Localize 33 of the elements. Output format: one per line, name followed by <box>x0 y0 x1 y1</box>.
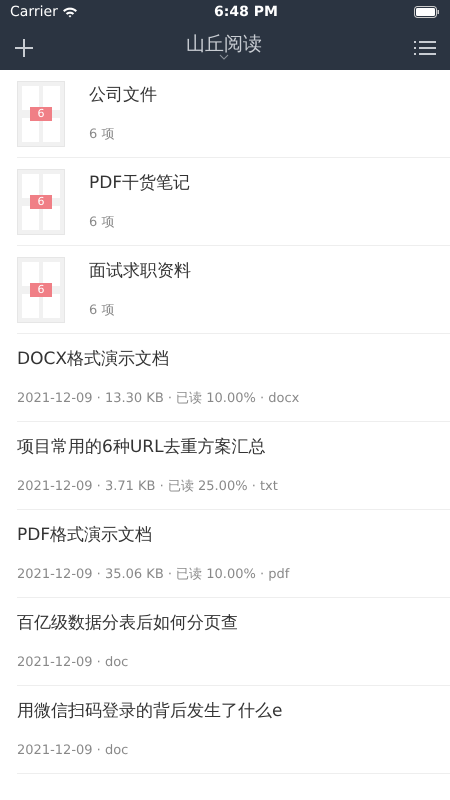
document-name: 百亿级数据分表后如何分页查 <box>17 612 239 635</box>
folder-row[interactable]: 6 PDF干货笔记 6 项 <box>17 158 450 246</box>
chevron-down-icon[interactable] <box>219 54 229 60</box>
count-badge: 6 <box>30 106 52 120</box>
folder-row[interactable]: 6 公司文件 6 项 <box>17 70 450 158</box>
document-details: 2021-12-09 · doc <box>17 742 130 760</box>
item-count: 6 项 <box>89 126 116 144</box>
folder-name: 公司文件 <box>89 84 157 107</box>
document-row[interactable]: 用微信扫码登录的背后发生了什么e 2021-12-09 · doc <box>17 686 450 774</box>
document-name: 用微信扫码登录的背后发生了什么e <box>17 700 284 723</box>
count-badge: 6 <box>30 282 52 296</box>
document-row[interactable]: DOCX格式演示文档 2021-12-09 · 13.30 KB · 已读 10.00% · docx <box>17 334 450 422</box>
clock-time: 6:48 PM <box>214 2 278 22</box>
document-row[interactable]: 项目常用的6种URL去重方案汇总 2021-12-09 · 3.71 KB · 已读 25.00% · txt <box>17 422 450 510</box>
document-details: 2021-12-09 · doc <box>17 654 130 672</box>
document-details: 2021-12-09 · 35.06 KB · 已读 10.00% · pdf <box>17 566 291 584</box>
folder-row[interactable]: 6 面试求职资料 6 项 <box>17 246 450 334</box>
document-row[interactable]: 百亿级数据分表后如何分页查 2021-12-09 · doc <box>17 598 450 686</box>
document-name: DOCX格式演示文档 <box>17 348 170 371</box>
item-count: 6 项 <box>89 302 116 320</box>
battery-icon <box>414 6 440 18</box>
item-count: 6 项 <box>89 214 116 232</box>
count-badge: 6 <box>30 194 52 208</box>
folder-name: PDF干货笔记 <box>89 172 190 195</box>
carrier-label: Carrier <box>10 2 58 22</box>
folder-name: 面试求职资料 <box>89 260 191 283</box>
document-name: PDF格式演示文档 <box>17 524 154 547</box>
document-details: 2021-12-09 · 3.71 KB · 已读 25.00% · txt <box>17 478 279 496</box>
document-name: 项目常用的6种URL去重方案汇总 <box>17 436 267 459</box>
wifi-icon <box>62 6 78 18</box>
app-title[interactable]: 山丘阅读 <box>186 34 262 54</box>
document-row[interactable]: PDF格式演示文档 2021-12-09 · 35.06 KB · 已读 10.00% · pdf <box>17 510 450 598</box>
document-details: 2021-12-09 · 13.30 KB · 已读 10.00% · docx <box>17 390 300 408</box>
